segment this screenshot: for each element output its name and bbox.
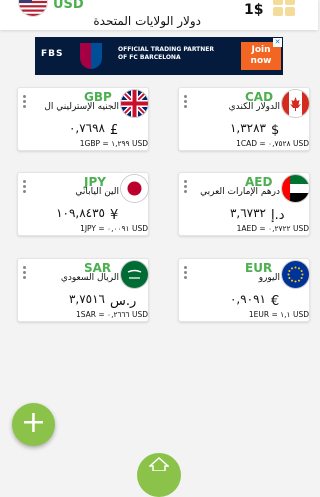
eu-flag-icon [282,261,309,288]
home-icon [149,457,169,471]
currency-name: الدولار الكندي [228,102,280,112]
ad-close-icon[interactable]: ✕ [273,38,282,47]
converted-value: ٠,٩٠٩١ [229,292,266,306]
currency-symbol: $ [271,123,280,138]
exchange-rate: 1EUR = ١,١ USD [248,310,309,319]
base-currency-bar[interactable]: USD دولار الولايات المتحدة 1$ [0,0,318,30]
fc-barcelona-crest-icon [80,43,102,69]
currency-symbol: ر.س [110,294,137,309]
converted-value: ٠,٧٦٩٨ [68,121,105,135]
converted-value: ٣,٦٧٣٢ [229,206,266,220]
currency-card-jpy[interactable]: JPY الين الياباني ¥ ١٠٩,٨٤٣٥ 1JPY = ٠,٠٠… [17,172,149,236]
exchange-rate: 1JPY = ٠,٠٠٩١ USD [80,224,148,233]
currency-symbol: £ [110,123,119,138]
converted-value: ١٠٩,٨٤٣٥ [56,206,105,220]
currency-symbol: د.إ [271,208,285,223]
calculator-icon[interactable] [273,0,295,16]
base-currency-name: دولار الولايات المتحدة [93,14,201,28]
base-currency-code: USD [53,0,84,12]
japan-flag-icon [121,175,148,202]
currency-card-gbp[interactable]: GBP الجنيه الإسترليني ال £ ٠,٧٦٩٨ 1GBP =… [17,87,149,151]
exchange-rate: 1CAD = ٠,٧٥٢٨ USD [236,139,309,148]
base-amount[interactable]: 1$ [244,2,263,18]
exchange-rate: 1AED = ٠,٢٧٢٢ USD [236,224,309,233]
saudi-flag-icon [121,261,148,288]
converted-value: ٣,٧٥١٦ [68,292,105,306]
ad-banner[interactable]: FBS OFFICIAL TRADING PARTNER OF FC BARCE… [35,37,283,75]
currency-card-cad[interactable]: CAD الدولار الكندي $ ١,٣٢٨٣ 1CAD = ٠,٧٥٢… [178,87,310,151]
currency-card-aed[interactable]: AED درهم الإمارات العربي د.إ ٣,٦٧٣٢ 1AED… [178,172,310,236]
currency-card-eur[interactable]: EUR اليورو € ٠,٩٠٩١ 1EUR = ١,١ USD [178,258,310,322]
currency-name: درهم الإمارات العربي [200,187,280,197]
canada-flag-icon [282,90,309,117]
ad-brand: FBS [41,49,64,59]
ad-text: OFFICIAL TRADING PARTNER OF FC BARCELONA [118,46,214,61]
add-currency-button[interactable]: + [12,403,55,446]
uae-flag-icon [282,175,309,202]
currency-symbol: € [271,294,280,309]
converted-value: ١,٣٢٨٣ [229,121,266,135]
currency-card-sar[interactable]: SAR الريال السعودي ر.س ٣,٧٥١٦ 1SAR = ٠,٢… [17,258,149,322]
currency-name: اليورو [258,273,280,283]
currency-name: الريال السعودي [60,273,119,283]
currency-name: الين الياباني [75,187,119,197]
exchange-rate: 1SAR = ٠,٢٦٦٦ USD [75,310,148,319]
exchange-rate: 1GBP = ١,٢٩٩ USD [79,139,148,148]
uk-flag-icon [121,90,148,117]
currency-name: الجنيه الإسترليني ال [44,102,119,112]
currency-symbol: ¥ [110,208,119,223]
home-button[interactable] [137,453,181,497]
